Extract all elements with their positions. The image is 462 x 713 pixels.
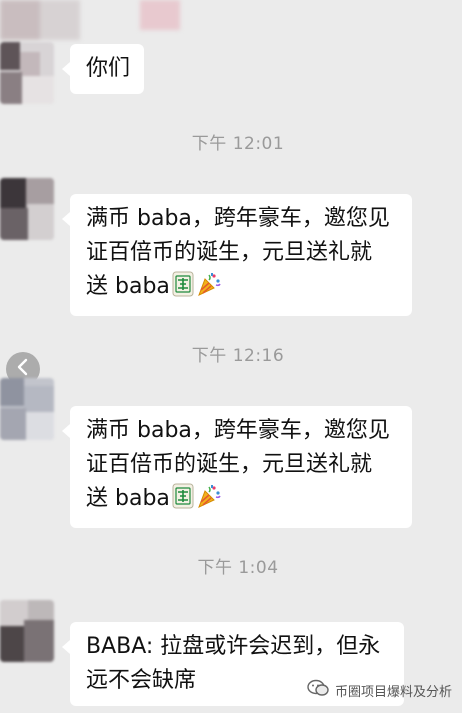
party-popper-icon [196,271,222,308]
timestamp: 下午 12:01 [191,134,285,154]
message-line: BABA: 拉盘或许会迟到，但永 [86,634,381,659]
message-bubble[interactable]: 满币 baba，跨年豪车，邀您见 证百倍币的诞生，元旦送礼就 送 baba [62,406,412,528]
message-line: 满币 baba，跨年豪车，邀您见 [86,418,390,443]
avatar[interactable] [0,178,54,240]
party-popper-icon [196,483,222,520]
message-line: 证百倍币的诞生，元旦送礼就 [86,240,373,265]
message-line: 送 baba [86,482,398,520]
message-line: 送 baba [86,270,398,308]
timestamp: 下午 12:16 [191,346,285,366]
message-text: 送 baba [86,274,170,299]
message-line: 满币 baba，跨年豪车，邀您见 [86,206,390,231]
chat-window: 你们 下午 12:01 满币 baba，跨年豪车，邀您见 证百倍币的诞生，元旦送… [0,0,462,713]
timestamp: 下午 1:04 [197,558,279,578]
blurred-header-strip [0,0,190,40]
message-bubble[interactable]: 满币 baba，跨年豪车，邀您见 证百倍币的诞生，元旦送礼就 送 baba [62,194,412,316]
message-bubble[interactable]: 你们 [61,44,145,94]
watermark: 币圈项目爆料及分析 [307,679,452,701]
wechat-official-account-icon [307,679,329,701]
avatar[interactable] [0,378,54,440]
avatar[interactable] [0,42,54,104]
avatar[interactable] [0,600,54,662]
watermark-text: 币圈项目爆料及分析 [334,684,452,700]
message-text: 你们 [86,56,131,81]
mahjong-fa-tile-icon [172,271,194,308]
mahjong-fa-tile-icon [172,483,194,520]
message-line: 证百倍币的诞生，元旦送礼就 [86,452,373,477]
message-text: 送 baba [86,486,170,511]
